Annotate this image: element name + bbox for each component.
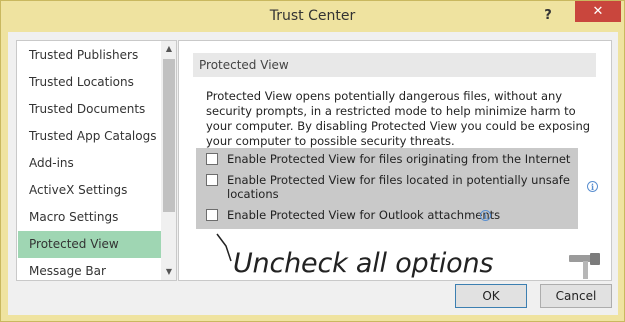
sidebar-item-trusted-app-catalogs[interactable]: Trusted App Catalogs [18, 123, 161, 150]
annotation-text: Uncheck all options [233, 248, 494, 279]
sidebar-item-macro-settings[interactable]: Macro Settings [18, 204, 161, 231]
close-button[interactable]: ✕ [575, 1, 621, 22]
help-button[interactable]: ? [537, 7, 559, 25]
annotation-pointer-line [216, 233, 232, 262]
category-sidebar: Trusted Publishers Trusted Locations Tru… [16, 40, 177, 281]
sidebar-item-trusted-documents[interactable]: Trusted Documents [18, 96, 161, 123]
hammer-watermark-icon [569, 253, 600, 279]
sidebar-item-add-ins[interactable]: Add-ins [18, 150, 161, 177]
cancel-button[interactable]: Cancel [540, 284, 612, 308]
sidebar-item-trusted-locations[interactable]: Trusted Locations [18, 69, 161, 96]
ok-button[interactable]: OK [455, 284, 527, 308]
dialog-body: Trusted Publishers Trusted Locations Tru… [8, 32, 618, 315]
dialog-title: Trust Center [269, 8, 356, 24]
scroll-up-icon[interactable]: ▲ [161, 41, 176, 57]
sidebar-item-activex-settings[interactable]: ActiveX Settings [18, 177, 161, 204]
sidebar-item-trusted-publishers[interactable]: Trusted Publishers [18, 42, 161, 69]
scroll-thumb[interactable] [163, 59, 175, 212]
scroll-down-icon[interactable]: ▼ [161, 264, 176, 280]
trust-center-dialog: Trust Center ? ✕ Trusted Publishers Trus… [0, 0, 625, 322]
protected-view-panel: Protected View Protected View opens pote… [178, 40, 612, 281]
sidebar-item-message-bar[interactable]: Message Bar [18, 258, 161, 280]
title-bar[interactable]: Trust Center ? ✕ [1, 1, 624, 32]
sidebar-item-protected-view[interactable]: Protected View [18, 231, 161, 258]
sidebar-scrollbar[interactable]: ▲ ▼ [161, 41, 176, 280]
